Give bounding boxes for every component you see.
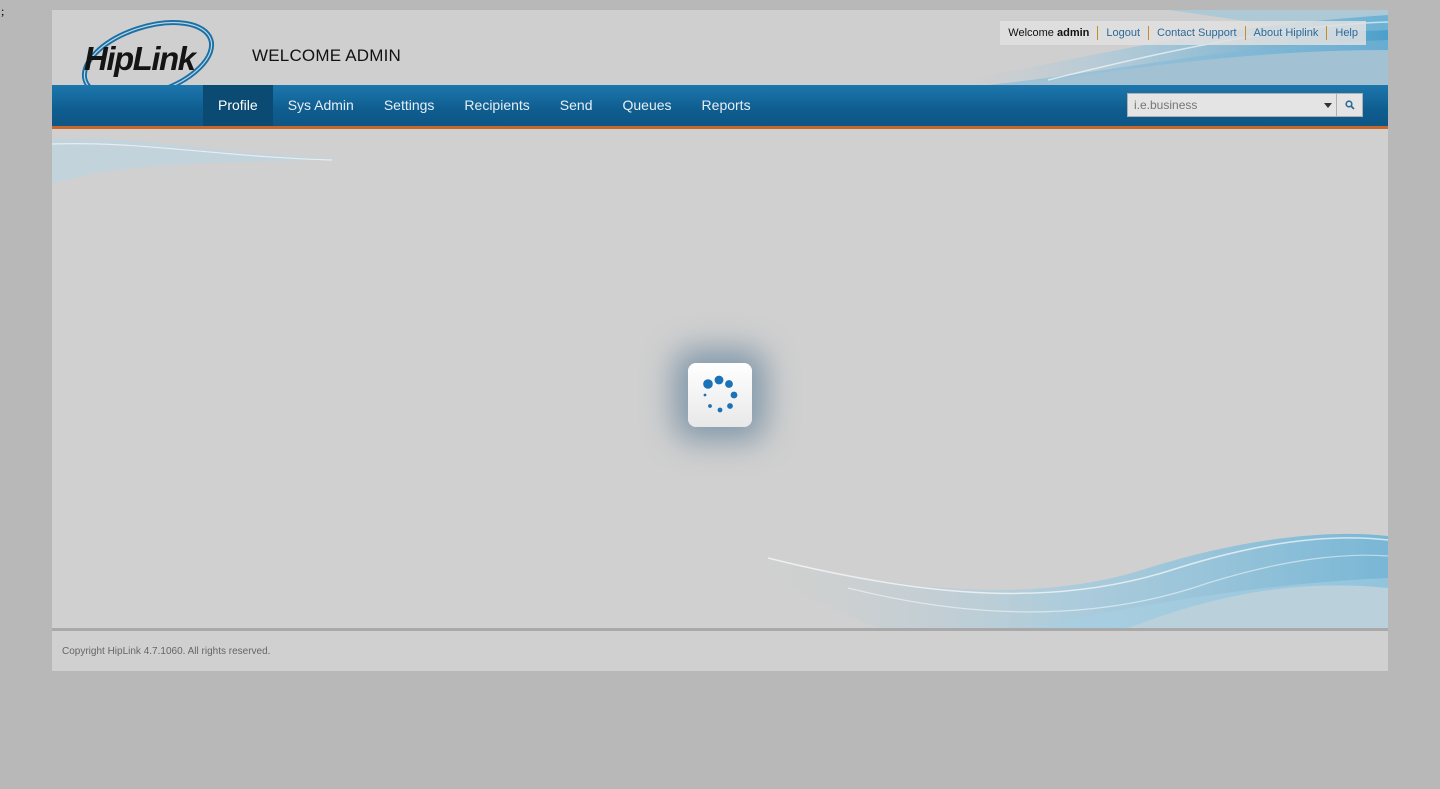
search-input[interactable]	[1128, 97, 1316, 113]
search-combobox[interactable]	[1127, 93, 1337, 117]
main-nav: Profile Sys Admin Settings Recipients Se…	[52, 85, 1388, 129]
nav-tabs: Profile Sys Admin Settings Recipients Se…	[203, 85, 766, 126]
content-swoosh-top-decoration	[52, 138, 342, 184]
loading-spinner-icon	[703, 375, 738, 413]
welcome-prefix: Welcome	[1008, 27, 1054, 39]
page-title: WELCOME ADMIN	[252, 46, 402, 65]
header: HipLink WELCOME ADMIN Welcome admin Logo…	[52, 10, 1388, 85]
footer: Copyright HipLink 4.7.1060. All rights r…	[52, 631, 1388, 671]
welcome-message: Welcome admin	[1008, 27, 1089, 39]
nav-tab-reports[interactable]: Reports	[687, 85, 766, 126]
loading-overlay	[688, 363, 752, 427]
welcome-username: admin	[1056, 27, 1090, 39]
contact-support-link[interactable]: Contact Support	[1148, 26, 1245, 40]
nav-tab-profile[interactable]: Profile	[203, 85, 273, 126]
content-swoosh-bottom-decoration	[728, 533, 1388, 628]
nav-tab-settings[interactable]: Settings	[369, 85, 450, 126]
logo-text: HipLink	[84, 40, 196, 77]
nav-tab-sys-admin[interactable]: Sys Admin	[273, 85, 369, 126]
logout-link[interactable]: Logout	[1097, 26, 1148, 40]
nav-tab-queues[interactable]: Queues	[608, 85, 687, 126]
chevron-down-icon[interactable]	[1324, 103, 1332, 108]
help-link[interactable]: Help	[1326, 26, 1358, 40]
search-control	[1127, 93, 1363, 117]
stray-character: ;	[1, 4, 5, 18]
about-hiplink-link[interactable]: About Hiplink	[1244, 26, 1327, 40]
nav-tab-send[interactable]: Send	[545, 85, 608, 126]
top-links-bar: Welcome admin Logout Contact Support Abo…	[1000, 21, 1366, 45]
search-button[interactable]	[1337, 93, 1363, 117]
search-icon	[1344, 100, 1355, 110]
nav-tab-recipients[interactable]: Recipients	[449, 85, 544, 126]
app-frame: HipLink WELCOME ADMIN Welcome admin Logo…	[52, 10, 1388, 671]
copyright-text: Copyright HipLink 4.7.1060. All rights r…	[62, 646, 271, 657]
